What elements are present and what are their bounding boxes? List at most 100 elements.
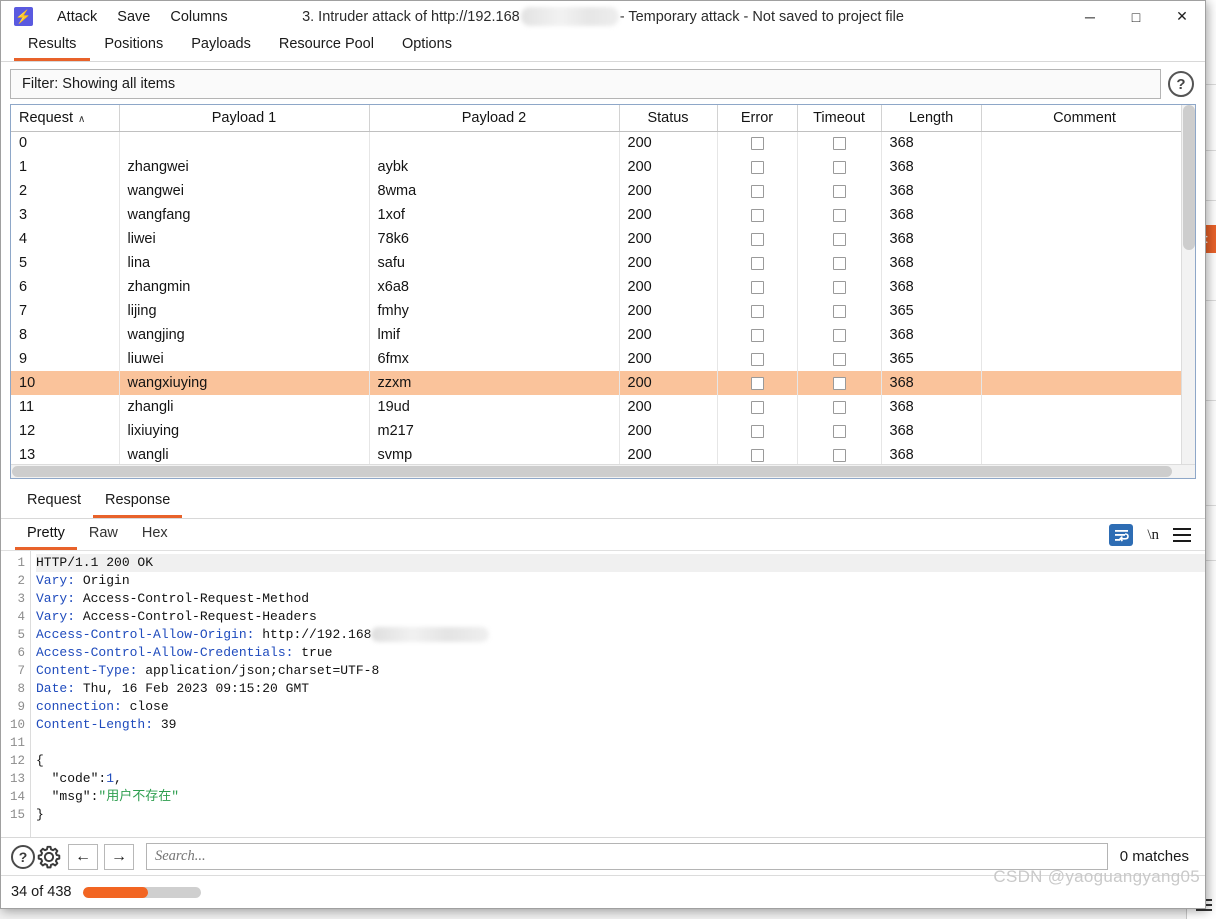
checkbox-icon[interactable] [833, 425, 846, 438]
checkbox-icon[interactable] [751, 209, 764, 222]
column-header-error[interactable]: Error [717, 105, 797, 131]
cell-error-checkbox[interactable] [717, 203, 797, 227]
cell-timeout-checkbox[interactable] [797, 179, 881, 203]
cell-timeout-checkbox[interactable] [797, 131, 881, 155]
checkbox-icon[interactable] [833, 353, 846, 366]
search-next-button[interactable]: → [104, 844, 134, 870]
column-header-payload2[interactable]: Payload 2 [369, 105, 619, 131]
checkbox-icon[interactable] [833, 329, 846, 342]
filter-field[interactable]: Filter: Showing all items [10, 69, 1161, 99]
cell-timeout-checkbox[interactable] [797, 155, 881, 179]
cell-error-checkbox[interactable] [717, 155, 797, 179]
checkbox-icon[interactable] [833, 281, 846, 294]
checkbox-icon[interactable] [751, 401, 764, 414]
table-row[interactable]: 12lixiuyingm217200368 [11, 419, 1188, 443]
word-wrap-icon[interactable] [1109, 524, 1133, 546]
checkbox-icon[interactable] [751, 377, 764, 390]
tab-options[interactable]: Options [388, 33, 466, 61]
column-header-comment[interactable]: Comment [981, 105, 1188, 131]
table-row[interactable]: 3wangfang1xof200368 [11, 203, 1188, 227]
hamburger-menu-icon[interactable] [1173, 528, 1191, 542]
tab-results[interactable]: Results [14, 33, 90, 61]
checkbox-icon[interactable] [833, 401, 846, 414]
tab-request[interactable]: Request [15, 489, 93, 518]
table-row[interactable]: 11zhangli19ud200368 [11, 395, 1188, 419]
checkbox-icon[interactable] [751, 161, 764, 174]
table-row[interactable]: 6zhangminx6a8200368 [11, 275, 1188, 299]
table-row[interactable]: 1zhangweiaybk200368 [11, 155, 1188, 179]
panel-splitter[interactable] [1, 479, 1205, 488]
menu-columns[interactable]: Columns [160, 6, 237, 28]
tab-resource-pool[interactable]: Resource Pool [265, 33, 388, 61]
column-header-timeout[interactable]: Timeout [797, 105, 881, 131]
help-icon[interactable]: ? [1168, 71, 1194, 97]
cell-timeout-checkbox[interactable] [797, 227, 881, 251]
tab-payloads[interactable]: Payloads [177, 33, 265, 61]
cell-timeout-checkbox[interactable] [797, 395, 881, 419]
checkbox-icon[interactable] [833, 185, 846, 198]
checkbox-icon[interactable] [751, 137, 764, 150]
table-row[interactable]: 7lijingfmhy200365 [11, 299, 1188, 323]
cell-error-checkbox[interactable] [717, 443, 797, 464]
table-row[interactable]: 10wangxiuyingzzxm200368 [11, 371, 1188, 395]
cell-error-checkbox[interactable] [717, 227, 797, 251]
checkbox-icon[interactable] [833, 449, 846, 462]
checkbox-icon[interactable] [833, 209, 846, 222]
tab-pretty[interactable]: Pretty [15, 522, 77, 550]
maximize-button[interactable]: □ [1113, 1, 1159, 32]
gear-icon[interactable] [36, 844, 62, 870]
menu-attack[interactable]: Attack [47, 6, 107, 28]
cell-timeout-checkbox[interactable] [797, 419, 881, 443]
results-vertical-scroll-thumb[interactable] [1183, 105, 1195, 250]
cell-error-checkbox[interactable] [717, 299, 797, 323]
checkbox-icon[interactable] [833, 305, 846, 318]
checkbox-icon[interactable] [833, 377, 846, 390]
table-row[interactable]: 4liwei78k6200368 [11, 227, 1188, 251]
cell-timeout-checkbox[interactable] [797, 275, 881, 299]
results-horizontal-scroll-thumb[interactable] [12, 466, 1172, 477]
checkbox-icon[interactable] [833, 161, 846, 174]
minimize-button[interactable]: ─ [1067, 1, 1113, 32]
search-previous-button[interactable]: ← [68, 844, 98, 870]
checkbox-icon[interactable] [751, 329, 764, 342]
table-row[interactable]: 5linasafu200368 [11, 251, 1188, 275]
newline-icon[interactable]: \n [1147, 527, 1159, 544]
table-row[interactable]: 2wangwei8wma200368 [11, 179, 1188, 203]
menu-save[interactable]: Save [107, 6, 160, 28]
cell-error-checkbox[interactable] [717, 371, 797, 395]
tab-raw[interactable]: Raw [77, 522, 130, 550]
checkbox-icon[interactable] [751, 233, 764, 246]
cell-error-checkbox[interactable] [717, 323, 797, 347]
cell-error-checkbox[interactable] [717, 131, 797, 155]
cell-timeout-checkbox[interactable] [797, 443, 881, 464]
table-row[interactable]: 0200368 [11, 131, 1188, 155]
cell-timeout-checkbox[interactable] [797, 203, 881, 227]
results-vertical-scrollbar[interactable] [1181, 105, 1195, 464]
checkbox-icon[interactable] [751, 353, 764, 366]
tab-response[interactable]: Response [93, 489, 182, 518]
cell-error-checkbox[interactable] [717, 251, 797, 275]
column-header-status[interactable]: Status [619, 105, 717, 131]
cell-timeout-checkbox[interactable] [797, 251, 881, 275]
close-button[interactable]: ✕ [1159, 1, 1205, 32]
checkbox-icon[interactable] [751, 449, 764, 462]
cell-error-checkbox[interactable] [717, 395, 797, 419]
cell-timeout-checkbox[interactable] [797, 323, 881, 347]
tab-hex[interactable]: Hex [130, 522, 180, 550]
cell-timeout-checkbox[interactable] [797, 347, 881, 371]
checkbox-icon[interactable] [751, 185, 764, 198]
cell-timeout-checkbox[interactable] [797, 299, 881, 323]
tab-positions[interactable]: Positions [90, 33, 177, 61]
results-horizontal-scrollbar[interactable] [11, 464, 1195, 478]
table-row[interactable]: 13wanglisvmp200368 [11, 443, 1188, 464]
checkbox-icon[interactable] [833, 257, 846, 270]
column-header-length[interactable]: Length [881, 105, 981, 131]
table-row[interactable]: 9liuwei6fmx200365 [11, 347, 1188, 371]
cell-error-checkbox[interactable] [717, 419, 797, 443]
search-input[interactable] [146, 843, 1108, 870]
column-header-payload1[interactable]: Payload 1 [119, 105, 369, 131]
checkbox-icon[interactable] [751, 281, 764, 294]
cell-error-checkbox[interactable] [717, 179, 797, 203]
cell-error-checkbox[interactable] [717, 275, 797, 299]
checkbox-icon[interactable] [833, 233, 846, 246]
